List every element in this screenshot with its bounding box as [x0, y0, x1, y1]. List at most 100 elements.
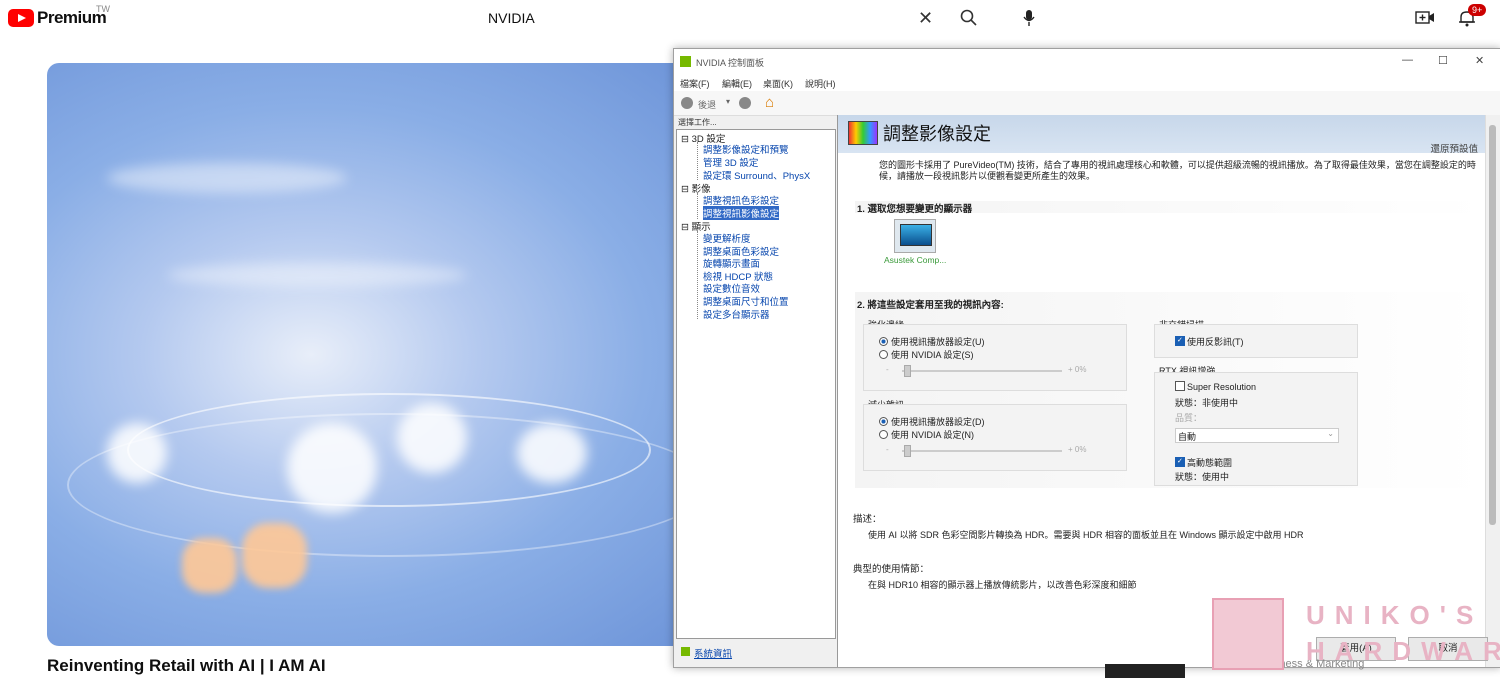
menu-bar: 檔案(F) 編輯(E) 桌面(K) 說明(H) — [674, 75, 1500, 91]
monitor-screen — [900, 224, 932, 246]
noise-reduction-group: 使用視訊播放器設定(D) 使用 NVIDIA 設定(N) - + 0% — [863, 404, 1127, 471]
search-icon[interactable] — [960, 9, 978, 27]
task-label: 選擇工作... — [678, 118, 717, 127]
chevron-down-icon: ⌄ — [1327, 429, 1334, 438]
tree-item-multi-display[interactable]: 設定多台顯示器 — [703, 307, 770, 321]
description-label: 描述： — [853, 514, 882, 525]
tree-item-resolution[interactable]: 變更解析度 — [703, 231, 751, 245]
noise-slider-thumb[interactable] — [904, 445, 911, 457]
tree-item-rotate[interactable]: 旋轉顯示畫面 — [703, 256, 760, 270]
rtx-group: Super Resolution 狀態：非使用中 品質： 自動⌄ 高動態範圍 狀… — [1154, 372, 1358, 486]
deinterlace-group: 使用反影訊(T) — [1154, 324, 1358, 358]
bokeh-light — [182, 538, 237, 593]
create-video-icon[interactable] — [1415, 10, 1435, 26]
region-code: TW — [96, 4, 110, 14]
edge-slider-thumb[interactable] — [904, 365, 911, 377]
inverse-telecine-checkbox[interactable]: 使用反影訊(T) — [1175, 335, 1244, 348]
panel-header: 調整影像設定 還原預設值 — [838, 115, 1486, 155]
maximize-icon[interactable]: ☐ — [1438, 54, 1448, 67]
youtube-play-icon — [8, 9, 34, 27]
hdr-status: 狀態：使用中 — [1175, 472, 1230, 482]
edge-slider-track[interactable] — [902, 370, 1062, 372]
nvidia-control-panel-window: NVIDIA 控制面板 — ☐ ✕ 檔案(F) 編輯(E) 桌面(K) 說明(H… — [673, 48, 1500, 668]
tree-item-manage-3d[interactable]: 管理 3D 設定 — [703, 155, 758, 169]
home-icon[interactable]: ⌂ — [765, 94, 774, 111]
toolbar: 後退 ▾ ⌂ — [674, 91, 1500, 116]
notification-badge: 9+ — [1468, 4, 1487, 16]
edge-nvidia-radio[interactable]: 使用 NVIDIA 設定(S) — [879, 348, 974, 361]
back-label[interactable]: 後退 — [698, 98, 716, 111]
light-orb — [397, 403, 467, 473]
light-streak — [167, 263, 467, 287]
tree-item-image-settings-preview[interactable]: 調整影像設定和預覽 — [703, 142, 789, 156]
youtube-header: Premium TW NVIDIA ✕ 9+ — [0, 0, 1500, 38]
youtube-logo[interactable]: Premium — [8, 8, 107, 28]
hdr-checkbox[interactable]: 高動態範圍 — [1175, 456, 1232, 469]
super-resolution-checkbox[interactable]: Super Resolution — [1175, 381, 1256, 392]
tree-item-video-color[interactable]: 調整視訊色彩設定 — [703, 193, 779, 207]
menu-help[interactable]: 說明(H) — [805, 77, 836, 90]
history-dropdown-icon[interactable]: ▾ — [726, 97, 730, 106]
clear-search-icon[interactable]: ✕ — [918, 8, 933, 29]
monitor-icon[interactable] — [894, 219, 936, 253]
light-orb — [287, 423, 377, 513]
light-ring-outer — [67, 413, 707, 557]
edge-player-radio[interactable]: 使用視訊播放器設定(U) — [879, 335, 985, 348]
edge-slider-value: + 0% — [1068, 365, 1087, 374]
light-orb — [107, 423, 167, 483]
checkbox-unchecked-icon — [1175, 381, 1185, 391]
noise-nvidia-radio[interactable]: 使用 NVIDIA 設定(N) — [879, 428, 974, 441]
video-player[interactable] — [47, 63, 707, 646]
tree-item-surround-physx[interactable]: 設定環 Surround、PhysX — [703, 168, 810, 182]
tree-connector — [697, 193, 698, 219]
noise-player-radio[interactable]: 使用視訊播放器設定(D) — [879, 415, 985, 428]
light-streak — [107, 163, 347, 193]
radio-selected-icon — [879, 337, 888, 346]
description-text: 使用 AI 以將 SDR 色彩空間影片轉換為 HDR。需要與 HDR 相容的面板… — [868, 530, 1304, 540]
tree-item-digital-audio[interactable]: 設定數位音效 — [703, 281, 760, 295]
page-title: 調整影像設定 — [883, 124, 991, 144]
video-title[interactable]: Reinventing Retail with AI | I AM AI — [47, 656, 326, 676]
video-settings-icon — [848, 121, 878, 145]
forward-arrow-icon[interactable] — [739, 97, 751, 109]
search-input[interactable]: NVIDIA — [488, 10, 535, 26]
checkbox-checked-icon — [1175, 336, 1185, 346]
menu-edit[interactable]: 編輯(E) — [722, 77, 752, 90]
tree-connector — [697, 142, 698, 180]
radio-unselected-icon — [879, 350, 888, 359]
edge-enhancement-group: 使用視訊播放器設定(U) 使用 NVIDIA 設定(S) - + 0% — [863, 324, 1127, 391]
edge-slider-min: - — [886, 365, 889, 374]
task-tree: ⊟ 3D 設定 調整影像設定和預覽 管理 3D 設定 設定環 Surround、… — [676, 129, 836, 639]
microphone-icon[interactable] — [1022, 9, 1036, 27]
menu-file[interactable]: 檔案(F) — [680, 77, 710, 90]
section1-heading: 1. 選取您想要變更的顯示器 — [857, 204, 973, 215]
super-resolution-status: 狀態：非使用中 — [1175, 398, 1239, 408]
tree-item-desktop-size[interactable]: 調整桌面尺寸和位置 — [703, 294, 789, 308]
radio-selected-icon — [879, 417, 888, 426]
window-titlebar[interactable]: NVIDIA 控制面板 — ☐ ✕ — [674, 49, 1500, 75]
close-icon[interactable]: ✕ — [1475, 54, 1484, 67]
monitor-label[interactable]: Asustek Comp... — [884, 255, 946, 265]
tree-connector — [697, 231, 698, 319]
restore-defaults-link[interactable]: 還原預設值 — [1430, 141, 1478, 155]
watermark-logo — [1212, 598, 1284, 670]
scrollbar-thumb[interactable] — [1489, 125, 1496, 525]
system-info-icon — [681, 647, 690, 656]
noise-slider-track[interactable] — [902, 450, 1062, 452]
light-orb — [517, 423, 587, 483]
quality-select[interactable]: 自動 ⌄ — [1175, 428, 1339, 443]
section-select-display: 1. 選取您想要變更的顯示器 — [855, 201, 1486, 215]
thumbnail-strip[interactable] — [1105, 664, 1185, 678]
panel-scrollbar[interactable] — [1485, 115, 1500, 667]
usage-text: 在與 HDR10 相容的顯示器上播放傳統影片，以改善色彩深度和細節 — [868, 580, 1137, 590]
menu-desktop[interactable]: 桌面(K) — [763, 77, 793, 90]
minimize-icon[interactable]: — — [1402, 54, 1413, 66]
system-info-link[interactable]: 系統資訊 — [681, 646, 732, 660]
noise-slider-value: + 0% — [1068, 445, 1087, 454]
usage-label: 典型的使用情節： — [853, 564, 930, 575]
back-arrow-icon[interactable] — [681, 97, 693, 109]
tree-item-video-image[interactable]: 調整視訊影像設定 — [703, 206, 780, 220]
noise-slider-min: - — [886, 445, 889, 454]
quality-label: 品質： — [1175, 413, 1203, 423]
nvidia-app-icon — [680, 56, 691, 67]
